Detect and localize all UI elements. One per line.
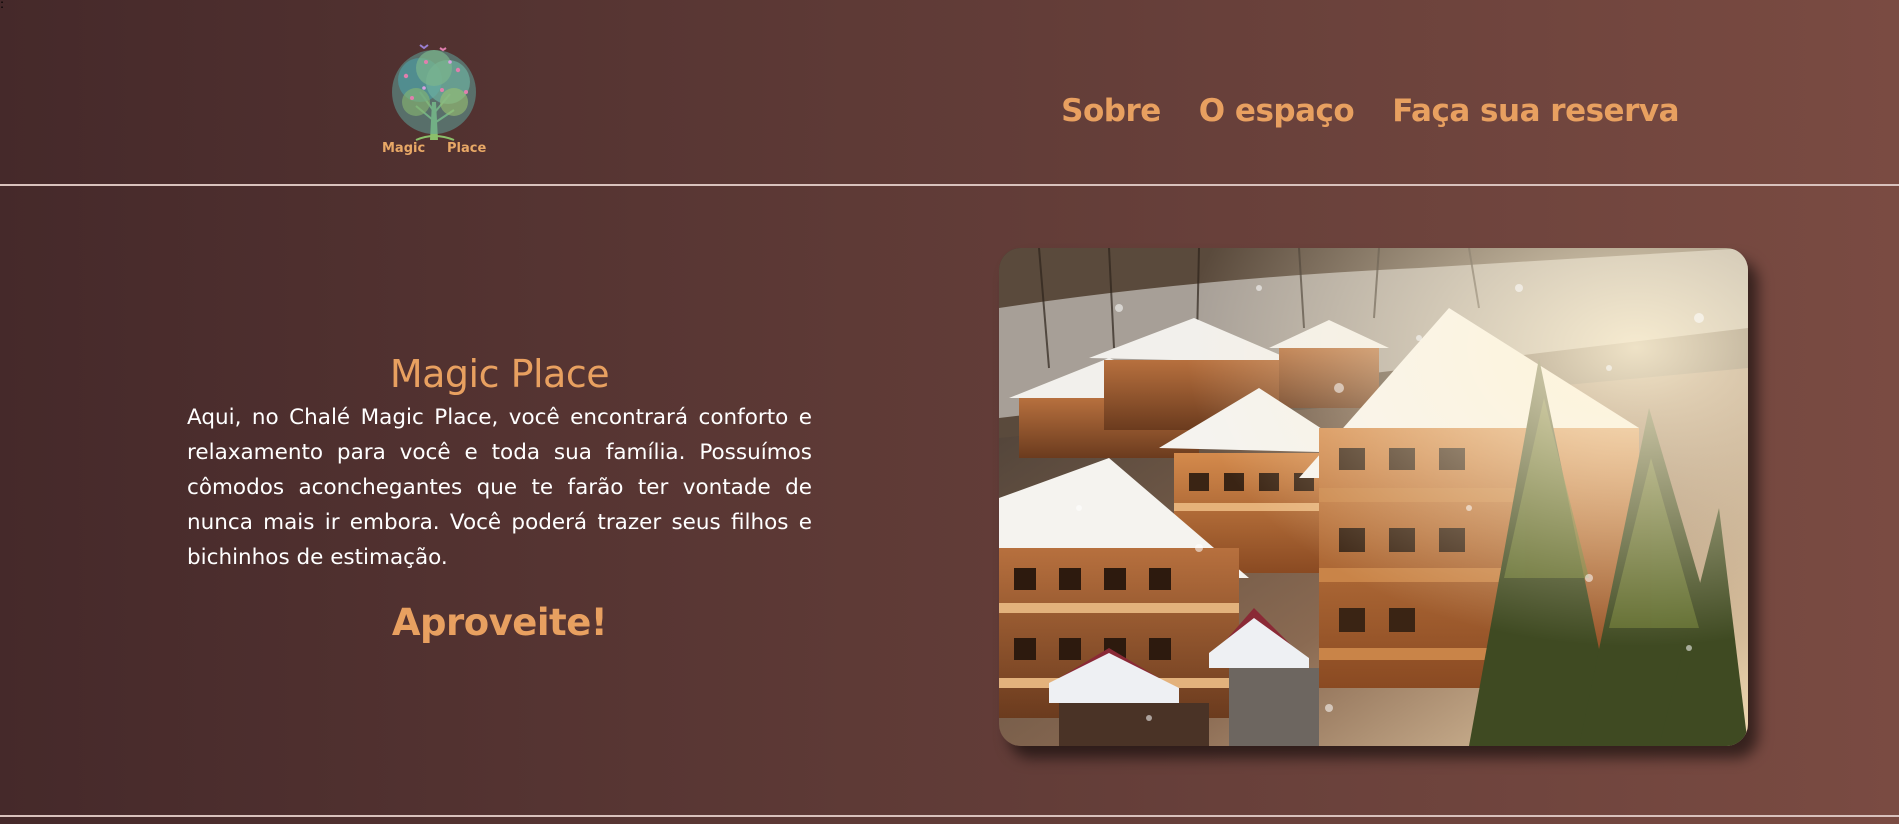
intro-section: Magic Place Aqui, no Chalé Magic Place, … <box>187 352 812 644</box>
cta-text: Aproveite! <box>391 601 608 644</box>
header-divider <box>0 184 1899 186</box>
logo-text-place: Place <box>447 141 487 156</box>
logo-text-magic: Magic <box>382 141 426 156</box>
main-nav: Sobre O espaço Faça sua reserva <box>1061 93 1679 129</box>
intro-paragraph: Aqui, no Chalé Magic Place, você encontr… <box>187 405 812 570</box>
snowy-chalet-image <box>999 248 1748 746</box>
site-header: Magic Place Sobre O espaço Faça sua rese… <box>0 0 1899 184</box>
logo[interactable]: Magic Place <box>376 40 492 164</box>
chalet-illustration <box>999 248 1748 746</box>
nav-link-reserva[interactable]: Faça sua reserva <box>1392 93 1679 129</box>
nav-link-sobre[interactable]: Sobre <box>1061 93 1161 129</box>
nav-link-o-espaco[interactable]: O espaço <box>1199 93 1355 129</box>
page-title: Magic Place <box>389 352 610 396</box>
footer-divider <box>0 815 1899 817</box>
tree-icon <box>392 44 476 141</box>
